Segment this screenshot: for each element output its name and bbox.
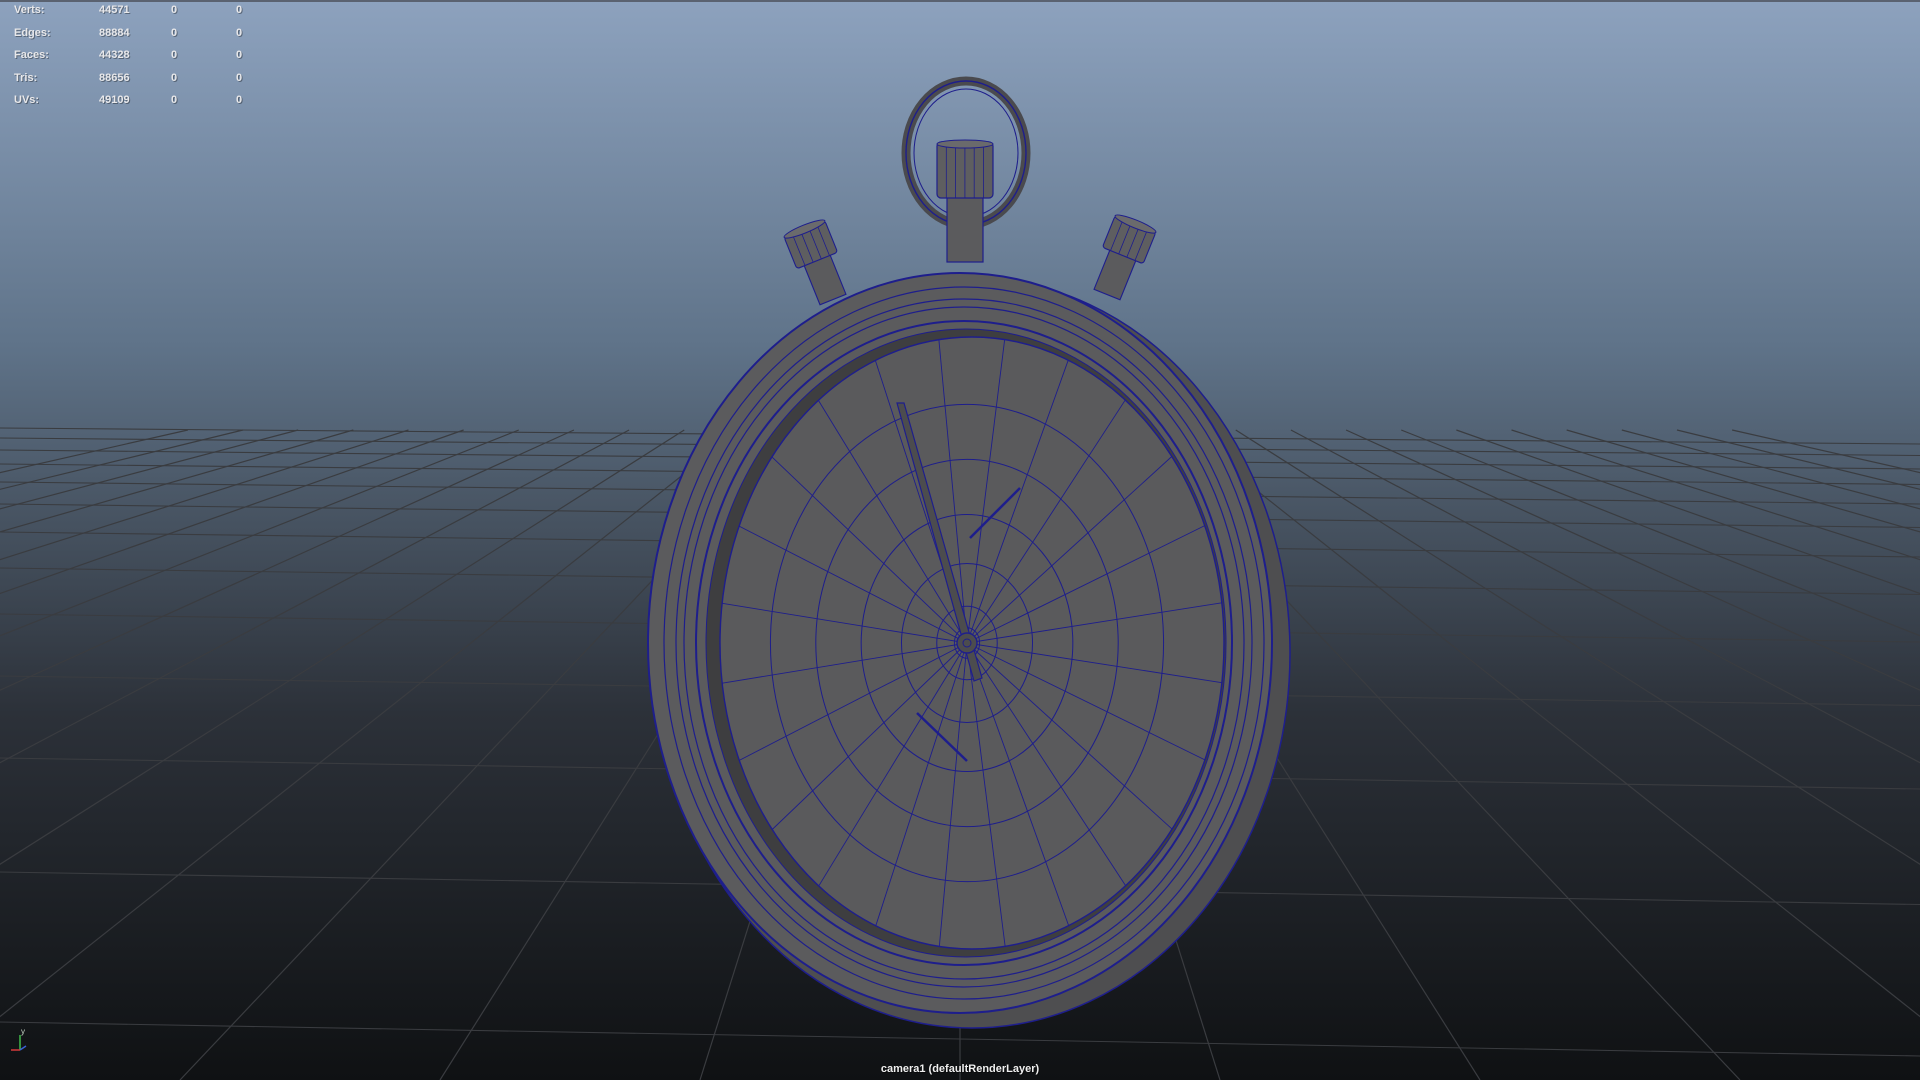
hud-label: Tris: xyxy=(14,71,38,84)
hud-value: 88656 xyxy=(99,71,130,84)
grid-line xyxy=(0,429,630,764)
stopwatch-model[interactable] xyxy=(647,76,1291,1029)
hud-selected-value: 0 xyxy=(236,49,243,62)
hud-value: 88884 xyxy=(99,26,130,39)
hud-row-tris: Tris: 88656 0 0 xyxy=(14,72,276,95)
axis-gizmo-icon: y xyxy=(11,1027,27,1051)
hud-label: UVs: xyxy=(14,94,40,107)
camera-label: camera1 (defaultRenderLayer) xyxy=(880,1063,1040,1075)
grid-line xyxy=(0,429,740,1018)
stem xyxy=(946,195,984,263)
hud-row-faces: Faces: 44328 0 0 xyxy=(14,49,276,72)
hud-value: 44328 xyxy=(99,49,130,62)
grid-line xyxy=(0,429,409,561)
hud-selected-value: 0 xyxy=(171,4,178,16)
hud-selected-value: 0 xyxy=(236,4,243,16)
hud-selected-value: 0 xyxy=(171,49,178,62)
grid-line xyxy=(0,429,189,474)
hud-selected-value: 0 xyxy=(171,71,178,84)
hud-label: Edges: xyxy=(14,26,51,39)
left-pusher xyxy=(783,219,847,306)
hud-selected-value: 0 xyxy=(236,71,243,84)
center-pin xyxy=(956,632,978,654)
crown-top xyxy=(936,139,994,149)
grid-line xyxy=(1456,429,1920,595)
hud-label: Faces: xyxy=(14,49,49,62)
hud-selected-value: 0 xyxy=(171,94,178,107)
grid-line xyxy=(0,429,520,637)
grid-line xyxy=(1290,429,1920,764)
grid-line xyxy=(1566,429,1920,533)
poly-count-hud: Verts: 44571 0 0 Edges: 88884 0 0 Faces:… xyxy=(14,4,276,117)
hud-label: Verts: xyxy=(14,4,45,16)
hud-row-uvs: UVs: 49109 0 0 xyxy=(14,94,276,117)
axis-y-label: y xyxy=(21,1027,25,1036)
grid-line xyxy=(0,429,464,595)
hud-selected-value: 0 xyxy=(236,94,243,107)
hud-value: 49109 xyxy=(99,94,130,107)
viewport-panel[interactable]: Verts: 44571 0 0 Edges: 88884 0 0 Faces:… xyxy=(0,0,1920,1080)
hud-selected-value: 0 xyxy=(171,26,178,39)
grid-line xyxy=(0,429,244,490)
right-pusher xyxy=(1093,214,1157,301)
grid-line xyxy=(0,429,299,510)
grid-line xyxy=(1180,429,1920,1018)
hud-row-edges: Edges: 88884 0 0 xyxy=(14,27,276,50)
hud-value: 44571 xyxy=(99,4,130,16)
hud-row-verts: Verts: 44571 0 0 xyxy=(14,4,276,27)
grid-line xyxy=(1511,429,1920,561)
scene-canvas[interactable] xyxy=(0,0,1920,1080)
grid-line xyxy=(0,429,354,533)
grid-line xyxy=(1400,429,1920,637)
hud-selected-value: 0 xyxy=(236,26,243,39)
